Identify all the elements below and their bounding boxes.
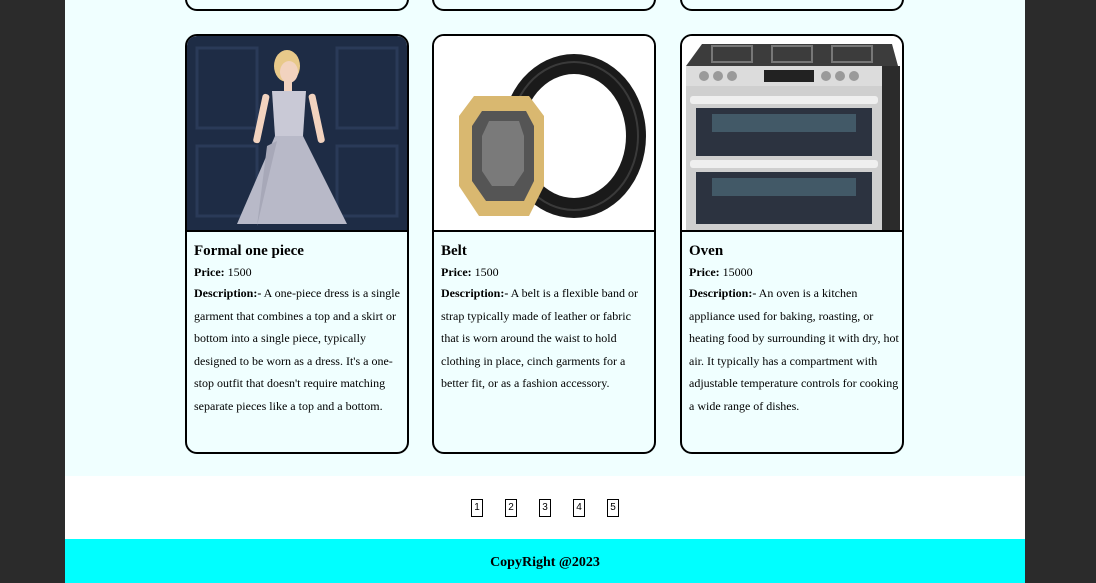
product-title: Formal one piece — [194, 243, 304, 259]
product-title: Belt — [441, 243, 467, 259]
product-card-belt[interactable]: Belt Price: 1500 Description:- A belt is… — [432, 34, 656, 454]
page-button-5[interactable]: 5 — [607, 499, 619, 517]
product-price: Price: 1500 — [441, 265, 499, 279]
product-description: Description:- An oven is a kitchen appli… — [689, 286, 899, 413]
oven-photo — [682, 36, 902, 232]
pagination: 1 2 3 4 5 — [65, 499, 1025, 517]
product-description: Description:- A one-piece dress is a sin… — [194, 286, 400, 413]
product-title: Oven — [689, 243, 724, 259]
page-button-4[interactable]: 4 — [573, 499, 585, 517]
page-button-1[interactable]: 1 — [471, 499, 483, 517]
product-price: Price: 1500 — [194, 265, 252, 279]
product-price: Price: 15000 — [689, 265, 753, 279]
belt-photo — [434, 36, 654, 232]
page-button-2[interactable]: 2 — [505, 499, 517, 517]
dress-photo — [187, 36, 407, 232]
product-card-formal-one-piece[interactable]: Formal one piece Price: 1500 Description… — [185, 34, 409, 454]
product-card-previous-row[interactable] — [185, 0, 409, 11]
product-card-previous-row[interactable] — [680, 0, 904, 11]
copyright-text: CopyRight @2023 — [490, 555, 600, 570]
product-card-previous-row[interactable] — [432, 0, 656, 11]
page-button-3[interactable]: 3 — [539, 499, 551, 517]
page: Formal one piece Price: 1500 Description… — [65, 0, 1025, 583]
footer: CopyRight @2023 — [65, 539, 1025, 583]
product-grid: Formal one piece Price: 1500 Description… — [65, 0, 1025, 476]
product-card-oven[interactable]: Oven Price: 15000 Description:- An oven … — [680, 34, 904, 454]
product-description: Description:- A belt is a flexible band … — [441, 286, 638, 390]
